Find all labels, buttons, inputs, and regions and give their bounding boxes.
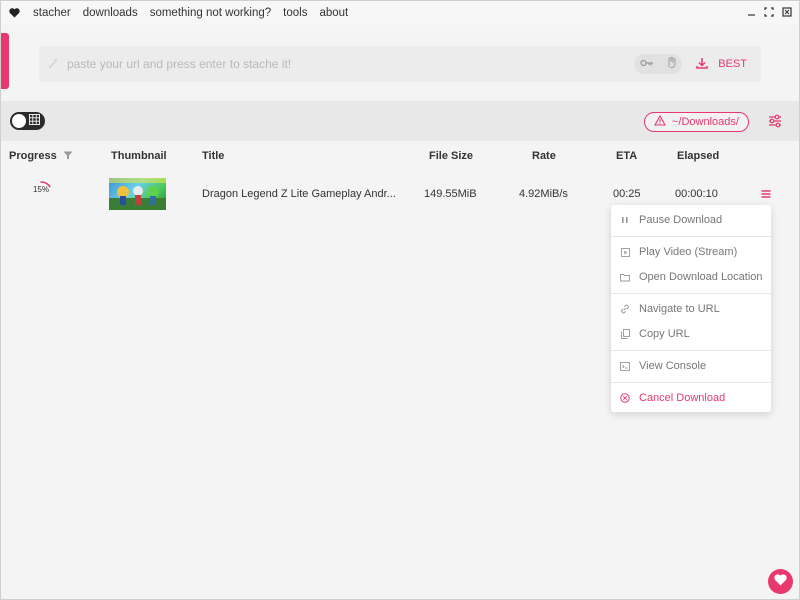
- play-icon: [611, 247, 639, 257]
- context-menu: Pause Download Play Video (Stream) Open …: [611, 205, 771, 412]
- video-thumbnail: [109, 178, 166, 210]
- sliders-icon[interactable]: [767, 113, 783, 129]
- progress-label: 15%: [32, 185, 49, 194]
- filter-icon[interactable]: [63, 151, 73, 163]
- accent-strip: [1, 33, 9, 89]
- magic-wand-icon: [39, 58, 67, 70]
- warning-icon: [654, 114, 666, 129]
- menu-item-label: Pause Download: [639, 214, 723, 226]
- row-rate: 4.92MiB/s: [519, 188, 568, 200]
- menu-bar: stacher downloads something not working?…: [1, 1, 799, 25]
- column-eta[interactable]: ETA: [616, 150, 637, 162]
- menu-item-label: Cancel Download: [639, 392, 726, 404]
- auth-toggle[interactable]: [634, 54, 683, 74]
- menu-item-open-location[interactable]: Open Download Location: [611, 265, 771, 289]
- download-path-button[interactable]: ~/Downloads/: [644, 112, 749, 132]
- toggle-knob: [12, 114, 26, 128]
- column-title[interactable]: Title: [202, 150, 224, 162]
- column-file-size[interactable]: File Size: [429, 150, 473, 162]
- hamburger-menu-icon[interactable]: [760, 188, 772, 200]
- menu-separator: [611, 293, 771, 294]
- view-toggle[interactable]: [10, 112, 45, 130]
- minimize-button[interactable]: [745, 5, 757, 19]
- menu-tools[interactable]: tools: [277, 7, 313, 19]
- pause-icon: [611, 216, 639, 224]
- column-progress[interactable]: Progress: [9, 150, 57, 162]
- maximize-button[interactable]: [763, 5, 775, 19]
- grid-icon: [29, 114, 40, 128]
- copy-icon: [611, 329, 639, 339]
- menu-item-copy-url[interactable]: Copy URL: [611, 322, 771, 346]
- menu-item-label: View Console: [639, 360, 707, 372]
- table-header: Progress Thumbnail Title File Size Rate …: [1, 147, 799, 167]
- menu-item-navigate[interactable]: Navigate to URL: [611, 297, 771, 321]
- support-button[interactable]: [768, 569, 793, 594]
- menu-stacher[interactable]: stacher: [27, 7, 77, 19]
- menu-item-cancel[interactable]: Cancel Download: [611, 386, 771, 410]
- row-elapsed: 00:00:10: [675, 188, 718, 200]
- menu-about[interactable]: about: [313, 7, 354, 19]
- toolbar: ~/Downloads/: [1, 101, 799, 141]
- key-icon: [640, 58, 654, 70]
- menu-separator: [611, 382, 771, 383]
- window-controls: [745, 5, 793, 19]
- row-title: Dragon Legend Z Lite Gameplay Andr...: [202, 188, 396, 200]
- folder-icon: [611, 273, 639, 282]
- cancel-icon: [611, 393, 639, 403]
- close-button[interactable]: [781, 5, 793, 19]
- menu-item-view-console[interactable]: View Console: [611, 354, 771, 378]
- heart-icon: [774, 574, 787, 589]
- url-input[interactable]: [67, 57, 635, 71]
- menu-item-play[interactable]: Play Video (Stream): [611, 240, 771, 264]
- column-rate[interactable]: Rate: [532, 150, 556, 162]
- menu-item-label: Navigate to URL: [639, 303, 720, 315]
- console-icon: [611, 361, 639, 371]
- menu-separator: [611, 350, 771, 351]
- link-icon: [611, 304, 639, 314]
- row-file-size: 149.55MiB: [424, 188, 477, 200]
- heart-icon: [1, 8, 27, 18]
- download-path-label: ~/Downloads/: [672, 116, 739, 128]
- column-elapsed[interactable]: Elapsed: [677, 150, 719, 162]
- menu-separator: [611, 236, 771, 237]
- url-area: BEST: [1, 25, 799, 101]
- quality-label: BEST: [718, 58, 747, 70]
- menu-help[interactable]: something not working?: [144, 7, 277, 19]
- row-eta: 00:25: [613, 188, 641, 200]
- hand-icon: [666, 57, 676, 71]
- download-icon: [696, 57, 709, 72]
- menu-item-pause[interactable]: Pause Download: [611, 208, 771, 232]
- url-box: BEST: [39, 46, 761, 82]
- menu-item-label: Open Download Location: [639, 271, 763, 283]
- quality-selector[interactable]: BEST: [696, 57, 761, 72]
- menu-item-label: Copy URL: [639, 328, 690, 340]
- menu-item-label: Play Video (Stream): [639, 246, 738, 258]
- column-thumbnail[interactable]: Thumbnail: [111, 150, 167, 162]
- menu-downloads[interactable]: downloads: [77, 7, 144, 19]
